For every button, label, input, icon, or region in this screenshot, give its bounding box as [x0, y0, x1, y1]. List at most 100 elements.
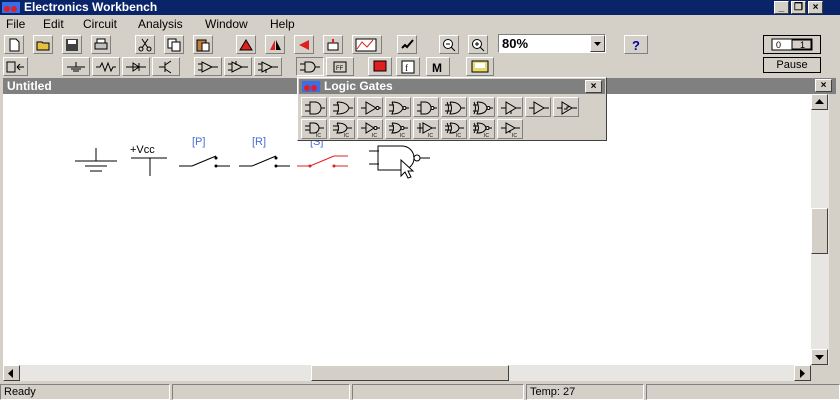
printer-icon — [94, 38, 108, 50]
menu-analysis[interactable]: Analysis — [138, 16, 183, 32]
ic-buffer-series[interactable]: IC — [413, 119, 439, 139]
zoom-dropdown-button[interactable] — [590, 35, 605, 52]
gate-tristate[interactable] — [497, 97, 523, 117]
vertical-scrollbar[interactable] — [811, 94, 829, 365]
paste-icon — [196, 39, 210, 52]
graph-icon — [355, 38, 377, 52]
new-button[interactable] — [4, 35, 24, 54]
digital-bin-button[interactable]: FF — [326, 57, 354, 76]
mixed-ics-bin-button[interactable] — [224, 57, 252, 76]
menu-window[interactable]: Window — [205, 16, 248, 32]
palette-title-bar[interactable]: Logic Gates × — [299, 79, 605, 94]
paste-button[interactable] — [193, 35, 213, 54]
svg-text:IC: IC — [428, 133, 433, 138]
rotate-button[interactable] — [236, 35, 256, 54]
zoom-in-button[interactable] — [468, 35, 488, 54]
gate-xor[interactable] — [441, 97, 467, 117]
scroll-right-button[interactable] — [794, 365, 811, 381]
arrow-down-icon — [815, 355, 824, 360]
miscellaneous-bin-button[interactable]: M — [426, 57, 450, 76]
switch-p[interactable] — [179, 155, 230, 168]
menu-bar: File Edit Circuit Analysis Window Help — [0, 15, 840, 33]
component-properties-button[interactable] — [397, 35, 417, 54]
svg-text:M: M — [432, 61, 442, 74]
copy-button[interactable] — [164, 35, 184, 54]
subcircuit-icon — [327, 39, 339, 51]
close-button[interactable]: × — [808, 1, 823, 14]
ground-symbol[interactable] — [75, 148, 117, 172]
menu-edit[interactable]: Edit — [43, 16, 64, 32]
scroll-down-button[interactable] — [811, 349, 828, 365]
vertical-scroll-thumb[interactable] — [811, 208, 828, 254]
cut-button[interactable] — [135, 35, 155, 54]
nand-gate-icon — [417, 101, 437, 115]
gate-schmitt[interactable] — [553, 97, 579, 117]
ic-nor-icon: IC — [389, 122, 408, 138]
copy-icon — [167, 38, 181, 52]
svg-text:0: 0 — [776, 40, 781, 50]
gate-xnor[interactable] — [469, 97, 495, 117]
ic-not-series[interactable]: IC — [357, 119, 383, 139]
gate-nor[interactable] — [385, 97, 411, 117]
nand-gate[interactable] — [369, 145, 430, 171]
logic-gates-bin-button[interactable] — [296, 57, 324, 76]
nor-gate-icon — [389, 101, 409, 115]
switch-r[interactable] — [239, 155, 290, 168]
graph-button[interactable] — [352, 35, 382, 54]
flip-horizontal-icon — [270, 40, 281, 50]
menu-help[interactable]: Help — [270, 16, 295, 32]
save-button[interactable] — [62, 35, 82, 54]
controls-bin-button[interactable]: f — [396, 57, 420, 76]
digital-ics-bin-button[interactable] — [254, 57, 282, 76]
horizontal-scroll-thumb[interactable] — [311, 365, 509, 381]
help-button[interactable]: ? — [624, 35, 648, 54]
menu-file[interactable]: File — [6, 16, 25, 32]
palette-logo-icon — [302, 81, 320, 92]
analog-ics-bin-button[interactable] — [194, 57, 222, 76]
diode-icon — [126, 62, 146, 72]
palette-close-button[interactable]: × — [585, 80, 602, 93]
indicators-bin-button[interactable] — [368, 57, 392, 76]
zoom-out-button[interactable] — [439, 35, 459, 54]
ic-tristate-series[interactable]: IC — [497, 119, 523, 139]
gate-and[interactable] — [301, 97, 327, 117]
ic-nor-series[interactable]: IC — [385, 119, 411, 139]
instruments-bin-button[interactable] — [466, 57, 494, 76]
switch-s[interactable] — [297, 155, 348, 168]
print-button[interactable] — [91, 35, 111, 54]
sources-bin-button[interactable] — [62, 57, 90, 76]
ic-xnor-series[interactable]: IC — [469, 119, 495, 139]
vcc-source[interactable] — [131, 157, 167, 176]
flip-horizontal-button[interactable] — [265, 35, 285, 54]
horizontal-scrollbar[interactable] — [3, 365, 811, 381]
scroll-up-button[interactable] — [811, 94, 828, 110]
svg-text:FF: FF — [336, 66, 344, 72]
diodes-bin-button[interactable] — [122, 57, 150, 76]
gate-buffer-plain[interactable] — [525, 97, 551, 117]
open-folder-icon — [36, 41, 50, 51]
zoom-select[interactable]: 80% — [498, 34, 606, 53]
restore-button[interactable]: ❐ — [791, 1, 806, 14]
flip-vertical-button[interactable] — [294, 35, 314, 54]
minimize-button[interactable]: _ — [774, 1, 789, 14]
svg-text:IC: IC — [316, 133, 321, 138]
scroll-left-button[interactable] — [3, 365, 20, 381]
gate-buffer[interactable] — [357, 97, 383, 117]
subcircuit-button[interactable] — [323, 35, 343, 54]
menu-circuit[interactable]: Circuit — [83, 16, 117, 32]
gate-nand[interactable] — [413, 97, 439, 117]
size-grip — [812, 365, 829, 381]
gate-or[interactable] — [329, 97, 355, 117]
transistors-bin-button[interactable] — [152, 57, 180, 76]
document-close-button[interactable]: × — [815, 79, 832, 92]
basic-bin-button[interactable] — [92, 57, 120, 76]
pause-button[interactable]: Pause — [763, 57, 821, 73]
ic-7400-series[interactable]: IC — [301, 119, 327, 139]
ic-tristate-icon: IC — [501, 122, 520, 138]
activate-simulation-switch[interactable]: 01 — [763, 35, 821, 54]
schmitt-trigger-icon — [557, 101, 577, 115]
ic-xor-series[interactable]: IC — [441, 119, 467, 139]
open-button[interactable] — [33, 35, 53, 54]
favorites-bin-button[interactable] — [3, 57, 28, 76]
ic-or-series[interactable]: IC — [329, 119, 355, 139]
